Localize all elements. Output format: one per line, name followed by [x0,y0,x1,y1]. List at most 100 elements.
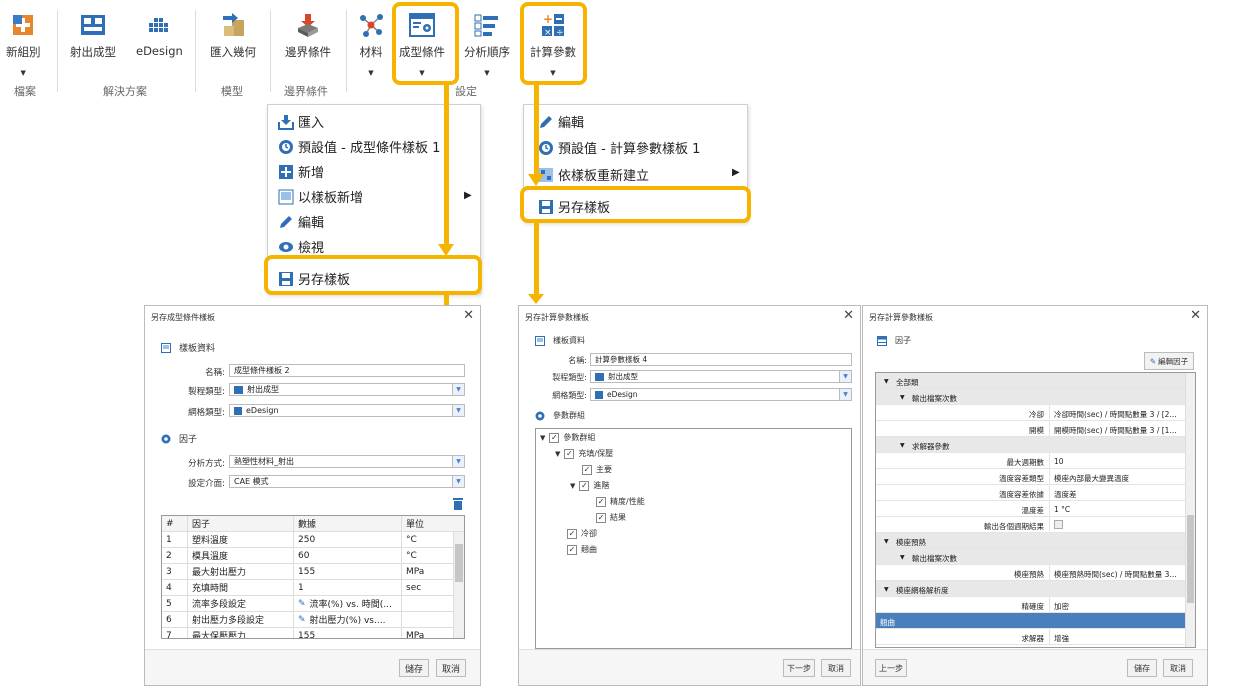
edit-factor-button[interactable]: ✎ 編輯因子 [1144,352,1194,370]
checkbox[interactable]: ✓ [582,464,592,475]
analysis-sequence-button[interactable]: 分析順序 ▼ [464,10,510,77]
table-scrollbar[interactable] [453,532,464,638]
edesign-button[interactable]: eDesign [136,10,183,58]
property-row[interactable]: 模座預熱 模座預熱時間(sec) / 時間點數量 3... [876,565,1185,581]
process-select[interactable]: 射出成型 ▼ [590,370,852,383]
chevron-down-icon[interactable]: ▼ [452,456,464,467]
trash-icon[interactable] [452,495,464,510]
property-value[interactable]: 模座內部最大變異溫度 [1054,473,1182,484]
close-icon[interactable]: ✕ [463,308,474,323]
save-button[interactable]: 儲存 [1127,659,1157,677]
property-row[interactable]: 最大週期數 10 [876,453,1185,469]
close-icon[interactable]: ✕ [1190,308,1201,323]
menu-item-default[interactable]: 預設值 - 計算參數樣板 1 [538,138,700,157]
property-row[interactable]: 溫度差 1 °C [876,501,1185,517]
property-row[interactable]: ▼ 輸出檔案次數 [876,549,1185,565]
menu-item-view[interactable]: 檢視 [278,237,324,256]
tree-node[interactable]: ▼ ✓ 充填/保壓 [555,448,613,459]
chevron-down-icon[interactable]: ▼ [839,371,851,382]
menu-item-default[interactable]: 預設值 - 成型條件樣板 1 [278,137,440,156]
injection-molding-button[interactable]: 射出成型 [70,10,116,60]
table-row[interactable]: 3 最大射出壓力 155 MPa [162,564,464,580]
chevron-down-icon[interactable]: ▼ [884,538,889,545]
chevron-down-icon[interactable]: ▼ [570,482,575,490]
cancel-button[interactable]: 取消 [1163,659,1193,677]
import-geometry-button[interactable]: 匯入幾何 [210,10,256,60]
property-row[interactable]: ▼翹曲 [876,613,1185,629]
chevron-down-icon[interactable]: ▼ [452,476,464,487]
property-value[interactable]: 模座預熱時間(sec) / 時間點數量 3... [1054,569,1182,580]
chevron-down-icon[interactable]: ▼ [900,554,905,561]
property-row[interactable]: ▼ 輸出檔案次數 [876,389,1185,405]
table-row[interactable]: 5 流率多段設定 ✎ 流率(%) vs. 時間(... [162,596,464,612]
name-field[interactable]: 成型條件樣板 2 [229,364,465,377]
menu-item-new[interactable]: 新增 [278,162,324,181]
chevron-down-icon[interactable]: ▼ [540,434,545,442]
chevron-down-icon[interactable]: ▼ [900,394,905,401]
property-row[interactable]: ▼ 全部類 [876,373,1185,389]
tree-node[interactable]: ✓ 主要 [582,464,612,475]
checkbox[interactable]: ✓ [596,496,606,507]
property-value[interactable]: 1 °C [1054,505,1182,514]
edit-icon[interactable]: ✎ [298,599,306,609]
menu-item-new-from-template[interactable]: 以樣板新增 [278,187,363,206]
chevron-down-icon[interactable]: ▼ [452,384,464,395]
menu-item-import[interactable]: 匯入 [278,112,324,131]
scrollbar-thumb[interactable] [455,544,463,582]
process-select[interactable]: 射出成型 ▼ [229,383,465,396]
mesh-select[interactable]: eDesign ▼ [229,404,465,417]
prev-button[interactable]: 上一步 [875,659,907,677]
checkbox[interactable]: ✓ [567,528,577,539]
checkbox[interactable] [1054,520,1063,529]
chevron-down-icon[interactable]: ▼ [555,450,560,458]
chevron-down-icon[interactable]: ▼ [452,405,464,416]
tree-node[interactable]: ▼ ✓ 進階 [570,480,609,491]
menu-item-edit[interactable]: 編輯 [278,212,324,231]
property-row[interactable]: 冷卻 冷卻時間(sec) / 時間點數量 3 / [2... [876,405,1185,421]
chevron-down-icon[interactable]: ▼ [368,69,373,77]
analysis-select[interactable]: 熱塑性材料_射出 ▼ [229,455,465,468]
chevron-down-icon[interactable]: ▼ [884,586,889,593]
checkbox[interactable]: ✓ [596,512,606,523]
table-row[interactable]: 2 模具溫度 60 °C [162,548,464,564]
property-value[interactable]: 加密 [1054,601,1182,612]
mesh-select[interactable]: eDesign ▼ [590,388,852,401]
menu-item-edit[interactable]: 編輯 [538,112,584,131]
chevron-down-icon[interactable]: ▼ [884,378,889,385]
checkbox[interactable]: ✓ [579,480,590,491]
chevron-down-icon[interactable]: ▼ [21,69,26,77]
ui-select[interactable]: CAE 模式 ▼ [229,475,465,488]
tree-node[interactable]: ▼ ✓ 參數群組 [540,432,595,443]
property-value[interactable]: 溫度差 [1054,489,1182,500]
tree-node[interactable]: ✓ 翹曲 [567,544,597,555]
boundary-condition-button[interactable]: 邊界條件 [285,10,331,60]
checkbox[interactable]: ✓ [567,544,577,555]
tree-node[interactable]: ✓ 冷卻 [567,528,597,539]
menu-item-rebuild-from-template[interactable]: 依樣板重新建立 [538,165,649,184]
table-row[interactable]: 4 充填時間 1 sec [162,580,464,596]
property-value[interactable]: 10 [1054,457,1182,466]
grid-scrollbar[interactable] [1185,373,1195,647]
property-row[interactable]: 溫度容差依據 溫度差 [876,485,1185,501]
save-button[interactable]: 儲存 [399,659,429,677]
material-button[interactable]: 材料 ▼ [356,10,386,77]
property-row[interactable]: ▼ 模座網格解析度 [876,581,1185,597]
scrollbar-thumb[interactable] [1187,515,1194,603]
chevron-down-icon[interactable]: ▼ [484,69,489,77]
property-row[interactable]: 溫度容差類型 模座內部最大變異溫度 [876,469,1185,485]
cancel-button[interactable]: 取消 [821,659,851,677]
name-field[interactable]: 計算參數樣板 4 [590,353,852,366]
close-icon[interactable]: ✕ [843,308,854,323]
new-group-button[interactable]: 新組別 ▼ [6,10,41,77]
table-row[interactable]: 7 最大保壓壓力 155 MPa [162,628,464,638]
next-button[interactable]: 下一步 [783,659,815,677]
cancel-button[interactable]: 取消 [436,659,466,677]
property-row[interactable]: 開模 開模時間(sec) / 時間點數量 3 / [1... [876,421,1185,437]
checkbox[interactable]: ✓ [564,448,575,459]
checkbox[interactable]: ✓ [549,432,560,443]
property-row[interactable]: 精確度 加密 [876,597,1185,613]
property-value[interactable]: 開模時間(sec) / 時間點數量 3 / [1... [1054,425,1182,436]
table-row[interactable]: 6 射出壓力多段設定 ✎ 射出壓力(%) vs.... [162,612,464,628]
property-row[interactable]: 輸出各個週期結果 [876,517,1185,533]
edit-icon[interactable]: ✎ [298,615,306,625]
